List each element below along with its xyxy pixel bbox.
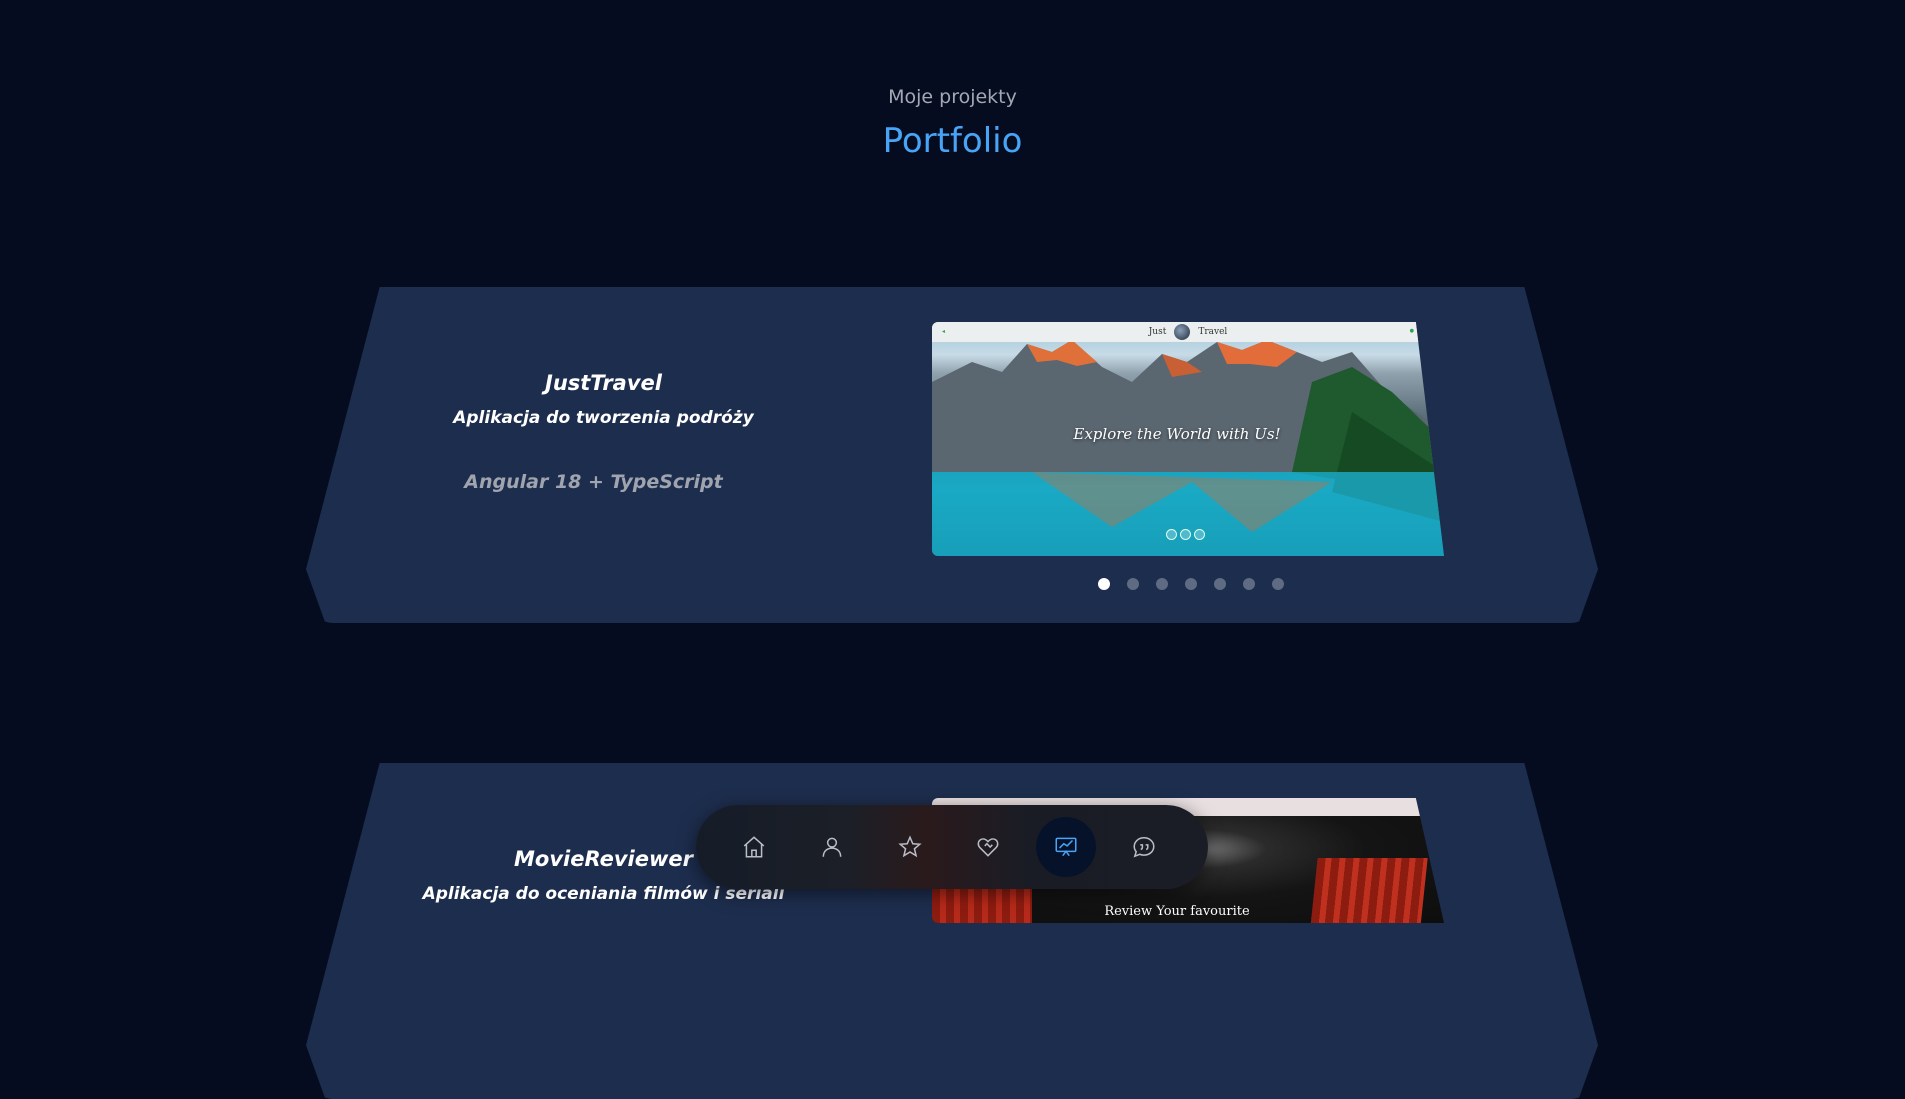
heart-handshake-icon bbox=[977, 838, 999, 857]
screenshot-action-icon: ● bbox=[1409, 328, 1414, 334]
nav-home[interactable] bbox=[724, 817, 784, 877]
home-icon bbox=[743, 836, 765, 858]
screenshot-slide-dot bbox=[1180, 529, 1191, 540]
carousel-dot-6[interactable] bbox=[1243, 578, 1255, 590]
globe-icon bbox=[1174, 324, 1191, 340]
nav-portfolio[interactable] bbox=[1036, 817, 1096, 877]
carousel-dot-3[interactable] bbox=[1156, 578, 1168, 590]
section-subtitle: Moje projekty bbox=[888, 86, 1017, 108]
project-screenshot-justtravel[interactable]: ◂ Just Travel ● Explore the World with U… bbox=[932, 322, 1444, 556]
carousel-dot-1[interactable] bbox=[1098, 578, 1110, 590]
project-name: JustTravel bbox=[545, 371, 662, 395]
screenshot-caption: Review Your favourite bbox=[1104, 904, 1250, 919]
carousel-dot-2[interactable] bbox=[1127, 578, 1139, 590]
screenshot-header: ◂ Just Travel ● bbox=[932, 322, 1444, 342]
nav-services[interactable] bbox=[958, 817, 1018, 877]
carousel-dot-4[interactable] bbox=[1185, 578, 1197, 590]
nav-about[interactable] bbox=[802, 817, 862, 877]
screenshot-brand-left: Just bbox=[1148, 327, 1167, 337]
star-icon bbox=[898, 835, 922, 858]
project-tech: Angular 18 + TypeScript bbox=[464, 471, 723, 493]
presentation-chart-icon bbox=[1055, 837, 1077, 857]
screenshot-brand-right: Travel bbox=[1198, 327, 1228, 337]
screenshot-back-icon: ◂ bbox=[942, 328, 946, 335]
screenshot-caption: Explore the World with Us! bbox=[1073, 425, 1281, 443]
project-description: Aplikacja do tworzenia podróży bbox=[453, 408, 754, 428]
nav-testimonials[interactable] bbox=[1114, 817, 1174, 877]
carousel-dots bbox=[1098, 578, 1284, 590]
screenshot-slide-dot bbox=[1194, 529, 1205, 540]
screenshot-slide-indicators bbox=[1166, 529, 1205, 540]
nav-skills[interactable] bbox=[880, 817, 940, 877]
quote-bubble-icon bbox=[1133, 837, 1155, 858]
section-title: Portfolio bbox=[882, 121, 1023, 161]
carousel-dot-5[interactable] bbox=[1214, 578, 1226, 590]
bottom-navigation bbox=[696, 805, 1208, 889]
user-icon bbox=[822, 837, 842, 857]
screenshot-slide-dot bbox=[1166, 529, 1177, 540]
carousel-dot-7[interactable] bbox=[1272, 578, 1284, 590]
